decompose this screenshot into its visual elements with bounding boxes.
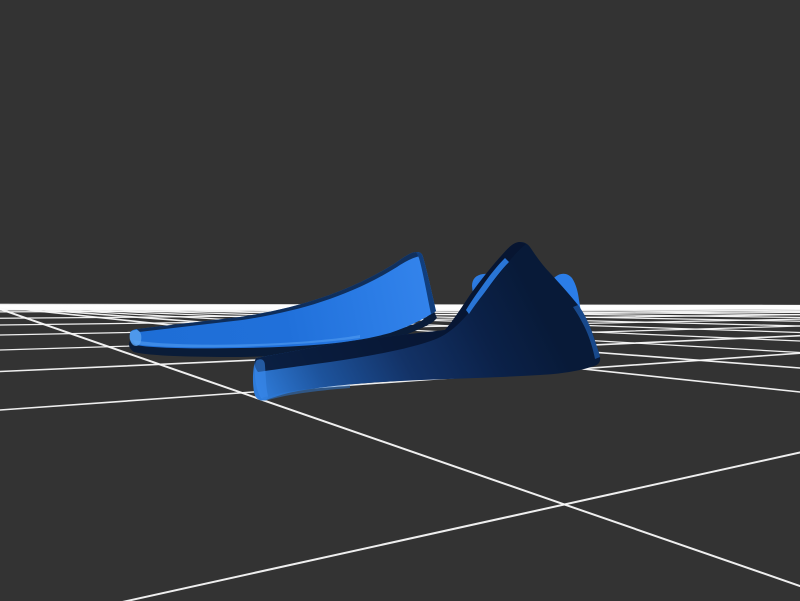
3d-viewport[interactable]: [0, 0, 800, 601]
scene-canvas[interactable]: [0, 0, 800, 601]
